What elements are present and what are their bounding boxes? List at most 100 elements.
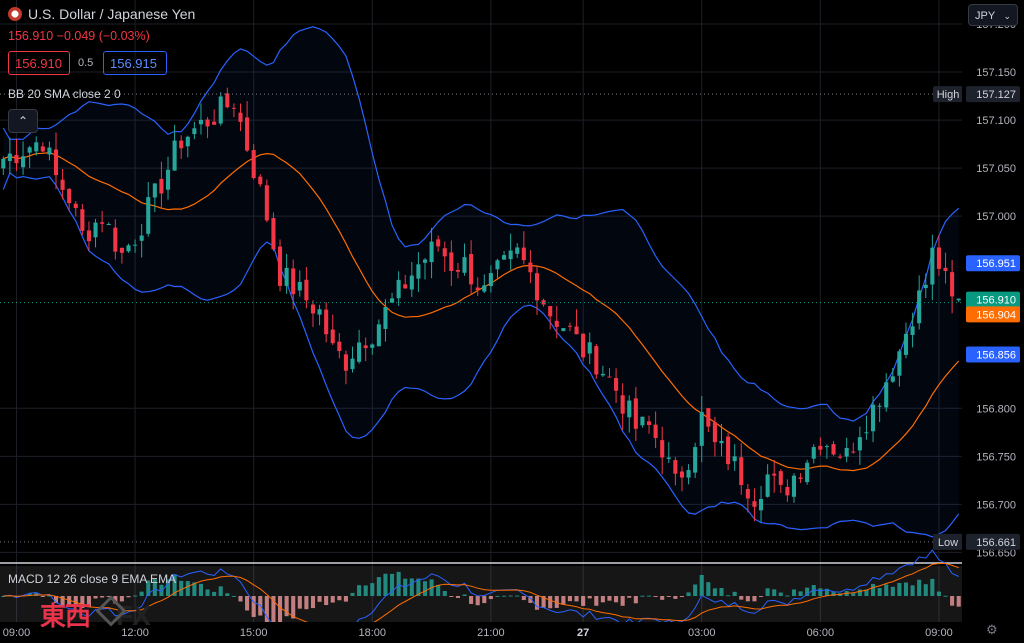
macd-histogram-bar bbox=[198, 583, 204, 596]
candle-body bbox=[179, 140, 184, 149]
macd-histogram-bar bbox=[548, 596, 553, 609]
candle-body bbox=[40, 146, 45, 152]
macd-histogram-bar bbox=[297, 596, 302, 609]
macd-histogram-bar bbox=[422, 581, 428, 596]
watermark-logo: 東西 FX bbox=[40, 595, 151, 633]
candle-body bbox=[673, 460, 678, 474]
candle-body bbox=[567, 325, 572, 327]
macd-histogram-bar bbox=[350, 592, 355, 596]
candle-body bbox=[198, 119, 204, 125]
candle-body bbox=[409, 275, 414, 290]
candle-body bbox=[291, 268, 296, 295]
macd-histogram-bar bbox=[772, 589, 777, 596]
macd-histogram-bar bbox=[752, 596, 757, 602]
candle-body bbox=[357, 342, 362, 362]
candle bbox=[594, 344, 599, 379]
candle-body bbox=[594, 346, 599, 375]
price-tick-label: 156.800 bbox=[976, 403, 1016, 415]
candle-body bbox=[745, 489, 750, 499]
currency-selector[interactable]: JPY ⌄ bbox=[968, 4, 1018, 26]
candle-body bbox=[772, 473, 777, 476]
candle-body bbox=[666, 457, 671, 460]
bb-fill bbox=[3, 26, 959, 537]
quote-line: 156.910 −0.049 (−0.03%) bbox=[8, 29, 150, 43]
candle-body bbox=[80, 209, 85, 231]
candle-body bbox=[831, 444, 836, 455]
candle-body bbox=[159, 178, 164, 194]
candle-body bbox=[646, 421, 652, 425]
macd-histogram-bar bbox=[317, 596, 322, 602]
macd-histogram-bar bbox=[857, 589, 862, 596]
candle-body bbox=[864, 432, 869, 434]
candle-body bbox=[739, 457, 744, 486]
macd-histogram-bar bbox=[871, 583, 876, 596]
candle-body bbox=[706, 408, 711, 427]
candle-body bbox=[732, 456, 737, 462]
macd-histogram-bar bbox=[673, 596, 678, 599]
candle-body bbox=[811, 447, 816, 459]
macd-histogram-bar bbox=[574, 596, 579, 602]
candle-body bbox=[508, 250, 513, 260]
candle-body bbox=[824, 446, 829, 448]
macd-histogram-bar bbox=[950, 596, 955, 606]
macd-histogram-bar bbox=[778, 592, 783, 596]
price-axis: 157.200157.150157.100157.050157.000156.8… bbox=[962, 0, 1024, 643]
candle-body bbox=[877, 405, 882, 407]
time-tick-label: 21:00 bbox=[477, 627, 505, 639]
candle-body bbox=[469, 254, 474, 285]
candle-body bbox=[218, 96, 223, 124]
candle-body bbox=[791, 475, 797, 497]
macd-histogram-bar bbox=[495, 595, 500, 597]
macd-histogram-bar bbox=[245, 596, 250, 611]
candle-body bbox=[686, 470, 691, 478]
candle-body bbox=[600, 373, 605, 376]
macd-histogram-bar bbox=[706, 582, 711, 596]
buy-price-button[interactable]: 156.915 bbox=[103, 51, 167, 75]
macd-indicator-label[interactable]: MACD 12 26 close 9 EMA EMA bbox=[8, 572, 176, 586]
candle-body bbox=[627, 400, 632, 418]
macd-histogram-bar bbox=[930, 578, 935, 596]
candle-body bbox=[482, 285, 487, 292]
macd-histogram-bar bbox=[469, 596, 474, 604]
collapse-indicators-button[interactable]: ⌃ bbox=[8, 109, 38, 133]
macd-histogram-bar bbox=[646, 595, 652, 597]
macd-histogram-bar bbox=[910, 585, 915, 596]
price-chart[interactable]: HighLow 0.0220.016−0.006 157.200157.1501… bbox=[0, 0, 1024, 643]
macd-histogram-bar bbox=[890, 586, 895, 596]
candle-body bbox=[429, 241, 434, 263]
candle-body bbox=[284, 267, 289, 286]
macd-histogram-bar bbox=[310, 596, 316, 609]
candle-body bbox=[521, 247, 526, 261]
macd-histogram-bar bbox=[357, 585, 362, 596]
candle-body bbox=[851, 451, 856, 453]
candle-body bbox=[502, 255, 507, 260]
macd-histogram-bar bbox=[383, 573, 388, 596]
macd-histogram-bar bbox=[502, 595, 507, 597]
macd-histogram-bar bbox=[304, 596, 309, 610]
candle-body bbox=[21, 156, 26, 168]
macd-histogram-bar bbox=[587, 596, 592, 599]
time-tick-label: 15:00 bbox=[240, 627, 268, 639]
candle-body bbox=[884, 382, 889, 408]
macd-histogram-bar bbox=[633, 596, 638, 604]
candle-body bbox=[126, 245, 131, 252]
macd-histogram-bar bbox=[205, 589, 210, 596]
candle-body bbox=[653, 424, 658, 439]
gear-icon[interactable]: ⚙ bbox=[986, 622, 998, 638]
time-tick-label: 03:00 bbox=[688, 627, 716, 639]
bb-indicator-label[interactable]: BB 20 SMA close 2 0 bbox=[8, 87, 121, 101]
time-tick-label: 18:00 bbox=[359, 627, 387, 639]
time-tick-label: 09:00 bbox=[925, 627, 953, 639]
sell-price-button[interactable]: 156.910 bbox=[8, 51, 70, 75]
candle-body bbox=[640, 416, 645, 426]
candle-body bbox=[370, 344, 375, 348]
macd-histogram-bar bbox=[712, 588, 717, 596]
macd-histogram-bar bbox=[607, 596, 612, 601]
bb-basis-price-label: 156.904 bbox=[976, 309, 1016, 321]
macd-histogram-bar bbox=[567, 596, 572, 602]
macd-histogram-bar bbox=[903, 582, 909, 596]
candle-body bbox=[271, 218, 276, 250]
candle-body bbox=[442, 248, 447, 257]
candle-body bbox=[462, 257, 467, 273]
macd-histogram-bar bbox=[409, 578, 414, 596]
